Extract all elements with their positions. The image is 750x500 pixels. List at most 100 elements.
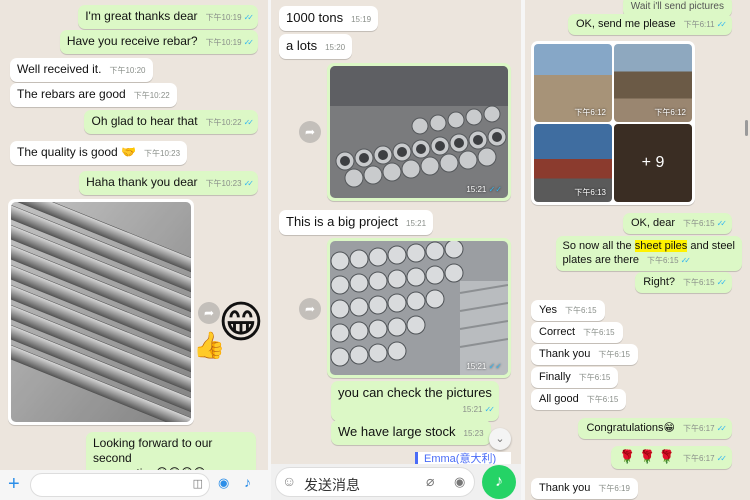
message-bubble[interactable]: Have you receive rebar? 下午10:19 ✓✓ bbox=[59, 30, 258, 54]
message-text: Looking forward to our second bbox=[93, 436, 213, 465]
mic-button[interactable]: ♪ bbox=[482, 465, 516, 499]
message-time: 下午6:15 bbox=[586, 395, 619, 404]
message-text: Thank you bbox=[539, 348, 591, 360]
input-bar: + ◫ ◉ ♪ bbox=[0, 470, 268, 500]
image-time: 下午6:12 bbox=[654, 108, 686, 117]
message-time: 下午6:15 bbox=[598, 350, 630, 359]
plus-icon[interactable]: + bbox=[8, 474, 20, 494]
message-bubble[interactable]: Oh glad to hear that 下午10:22 ✓✓ bbox=[84, 110, 258, 134]
grid-photo[interactable]: 下午6:13 bbox=[534, 124, 612, 202]
message-text: Haha thank you dear bbox=[86, 175, 198, 189]
forward-icon[interactable]: ➦ bbox=[299, 121, 321, 143]
message-bubble[interactable]: OK, send me please 下午6:11 ✓✓ bbox=[567, 14, 732, 35]
scrollbar-thumb[interactable] bbox=[745, 120, 748, 136]
message-text: Well received it. bbox=[17, 62, 102, 76]
message-bubble[interactable]: Thank you 下午6:19 bbox=[531, 478, 638, 499]
message-time: 下午6:15 bbox=[683, 219, 715, 228]
message-time: 下午10:19 bbox=[205, 13, 242, 22]
chat-panel-sheet-piles: Wait i'll send pictures OK, send me plea… bbox=[525, 0, 750, 500]
pipe-photo: 15:21 ✓✓ bbox=[330, 66, 508, 198]
sticker-icon[interactable]: ◫ bbox=[193, 477, 203, 490]
message-time: 15:19 bbox=[351, 15, 372, 24]
read-ticks-icon: ✓✓ bbox=[243, 38, 255, 47]
message-bubble[interactable]: The quality is good 🤝 下午10:23 bbox=[10, 141, 188, 165]
pipe-photo-message[interactable]: 15:21 ✓✓ bbox=[327, 63, 511, 201]
message-bubble[interactable]: The rebars are good 下午10:22 bbox=[10, 83, 177, 107]
message-placeholder: 发送消息 bbox=[304, 477, 360, 493]
attach-icon[interactable]: ⌀ bbox=[426, 473, 434, 490]
message-time: 下午6:11 bbox=[683, 20, 715, 29]
message-text: 1000 tons bbox=[286, 10, 344, 25]
message-time: 下午6:15 bbox=[683, 278, 715, 287]
message-text: plates are there bbox=[562, 254, 639, 266]
image-time: 15:21 bbox=[466, 185, 487, 194]
image-time: 15:21 bbox=[466, 362, 487, 371]
message-bubble[interactable]: All good 下午6:15 bbox=[531, 389, 627, 410]
chat-panel-rebar: I'm great thanks dear 下午10:19 ✓✓ Have you … bbox=[0, 0, 268, 500]
message-text: Have you receive rebar? bbox=[66, 34, 198, 48]
read-ticks-icon: ✓✓ bbox=[716, 20, 728, 29]
message-time: 下午6:15 bbox=[564, 306, 597, 315]
read-ticks-icon: ✓✓ bbox=[716, 424, 728, 433]
message-text: Oh glad to hear that bbox=[91, 114, 198, 128]
forward-icon[interactable]: ➦ bbox=[299, 298, 321, 320]
grin-emoji: 😁 bbox=[663, 422, 676, 434]
message-bubble[interactable]: 🌹 🌹 🌹 下午6:17 ✓✓ bbox=[611, 446, 732, 469]
grid-photo-more[interactable]: + 9 bbox=[614, 124, 692, 202]
message-bubble[interactable]: I'm great thanks dear 下午10:19 ✓✓ bbox=[78, 5, 258, 29]
message-text: I'm great thanks dear bbox=[85, 9, 198, 23]
message-text: We have large stock bbox=[338, 424, 456, 439]
message-bubble[interactable]: So now all the sheet piles and steel pla… bbox=[555, 236, 742, 271]
pipe-photo-message[interactable]: 15:21 ✓✓ bbox=[327, 238, 511, 378]
message-time: 下午6:15 bbox=[583, 328, 615, 337]
message-time: 下午10:23 bbox=[144, 149, 181, 158]
message-bubble[interactable]: Well received it. 下午10:20 bbox=[10, 58, 153, 82]
image-time: 下午6:12 bbox=[574, 108, 606, 117]
read-ticks-icon: ✓✓ bbox=[716, 454, 728, 463]
message-bubble[interactable]: Thank you 下午6:15 bbox=[531, 344, 638, 365]
handshake-emoji: 🤝 bbox=[121, 145, 137, 159]
scroll-down-icon[interactable]: ⌄ bbox=[489, 428, 511, 450]
message-bubble[interactable]: a lots 15:20 bbox=[279, 34, 353, 59]
message-time: 15:23 bbox=[463, 429, 484, 438]
message-time: 15:20 bbox=[325, 43, 346, 52]
message-bubble[interactable]: Yes 下午6:15 bbox=[531, 300, 605, 321]
read-ticks-icon: ✓✓ bbox=[243, 13, 255, 22]
camera-icon[interactable]: ◉ bbox=[218, 475, 229, 491]
message-time: 下午10:22 bbox=[133, 91, 170, 100]
rebar-bundle-image bbox=[11, 202, 191, 422]
mic-icon[interactable]: ♪ bbox=[244, 474, 251, 490]
message-bubble[interactable]: Correct 下午6:15 bbox=[531, 322, 623, 343]
message-input[interactable]: ◫ bbox=[30, 473, 210, 497]
message-time: 下午10:20 bbox=[109, 66, 146, 75]
message-text: Congratulations bbox=[586, 422, 664, 434]
forward-icon[interactable]: ➦ bbox=[198, 302, 220, 324]
message-text: Thank you bbox=[539, 482, 591, 494]
emoji-icon[interactable]: ☺ bbox=[282, 473, 296, 489]
grid-photo[interactable]: 下午6:12 bbox=[534, 44, 612, 122]
camera-icon[interactable]: ◉ bbox=[454, 474, 465, 490]
read-ticks-icon: ✓✓ bbox=[243, 118, 255, 127]
rebar-photo-message[interactable] bbox=[8, 199, 194, 425]
message-time: 下午10:22 bbox=[205, 118, 242, 127]
message-bubble[interactable]: Right? 下午6:15 ✓✓ bbox=[635, 272, 732, 293]
message-text: and steel bbox=[687, 240, 735, 252]
mic-icon: ♪ bbox=[495, 473, 503, 490]
message-input[interactable]: ☺ 发送消息 ⌀ ◉ bbox=[275, 467, 475, 497]
message-bubble[interactable]: Finally 下午6:15 bbox=[531, 367, 619, 388]
read-ticks-icon: ✓✓ bbox=[716, 278, 728, 287]
message-bubble[interactable]: 1000 tons 15:19 bbox=[279, 6, 379, 31]
message-text: Yes bbox=[539, 304, 557, 316]
photo-grid-message[interactable]: 下午6:12 下午6:12 下午6:13 + 9 bbox=[531, 41, 695, 205]
rose-emojis: 🌹 🌹 🌹 bbox=[619, 449, 676, 464]
steel-pipe-stack-image bbox=[330, 241, 508, 375]
grid-photo[interactable]: 下午6:12 bbox=[614, 44, 692, 122]
message-bubble[interactable]: Haha thank you dear 下午10:23 ✓✓ bbox=[79, 171, 258, 195]
message-bubble[interactable]: OK, dear 下午6:15 ✓✓ bbox=[622, 213, 732, 234]
message-time: 下午6:17 bbox=[683, 424, 715, 433]
message-bubble[interactable]: We have large stock 15:23 bbox=[331, 420, 491, 445]
message-bubble[interactable]: you can check the pictures 15:21 ✓✓ bbox=[331, 381, 499, 421]
message-bubble[interactable]: Congratulations😁 下午6:17 ✓✓ bbox=[578, 418, 732, 439]
message-text: a lots bbox=[286, 38, 318, 53]
message-bubble[interactable]: This is a big project 15:21 bbox=[279, 210, 434, 235]
